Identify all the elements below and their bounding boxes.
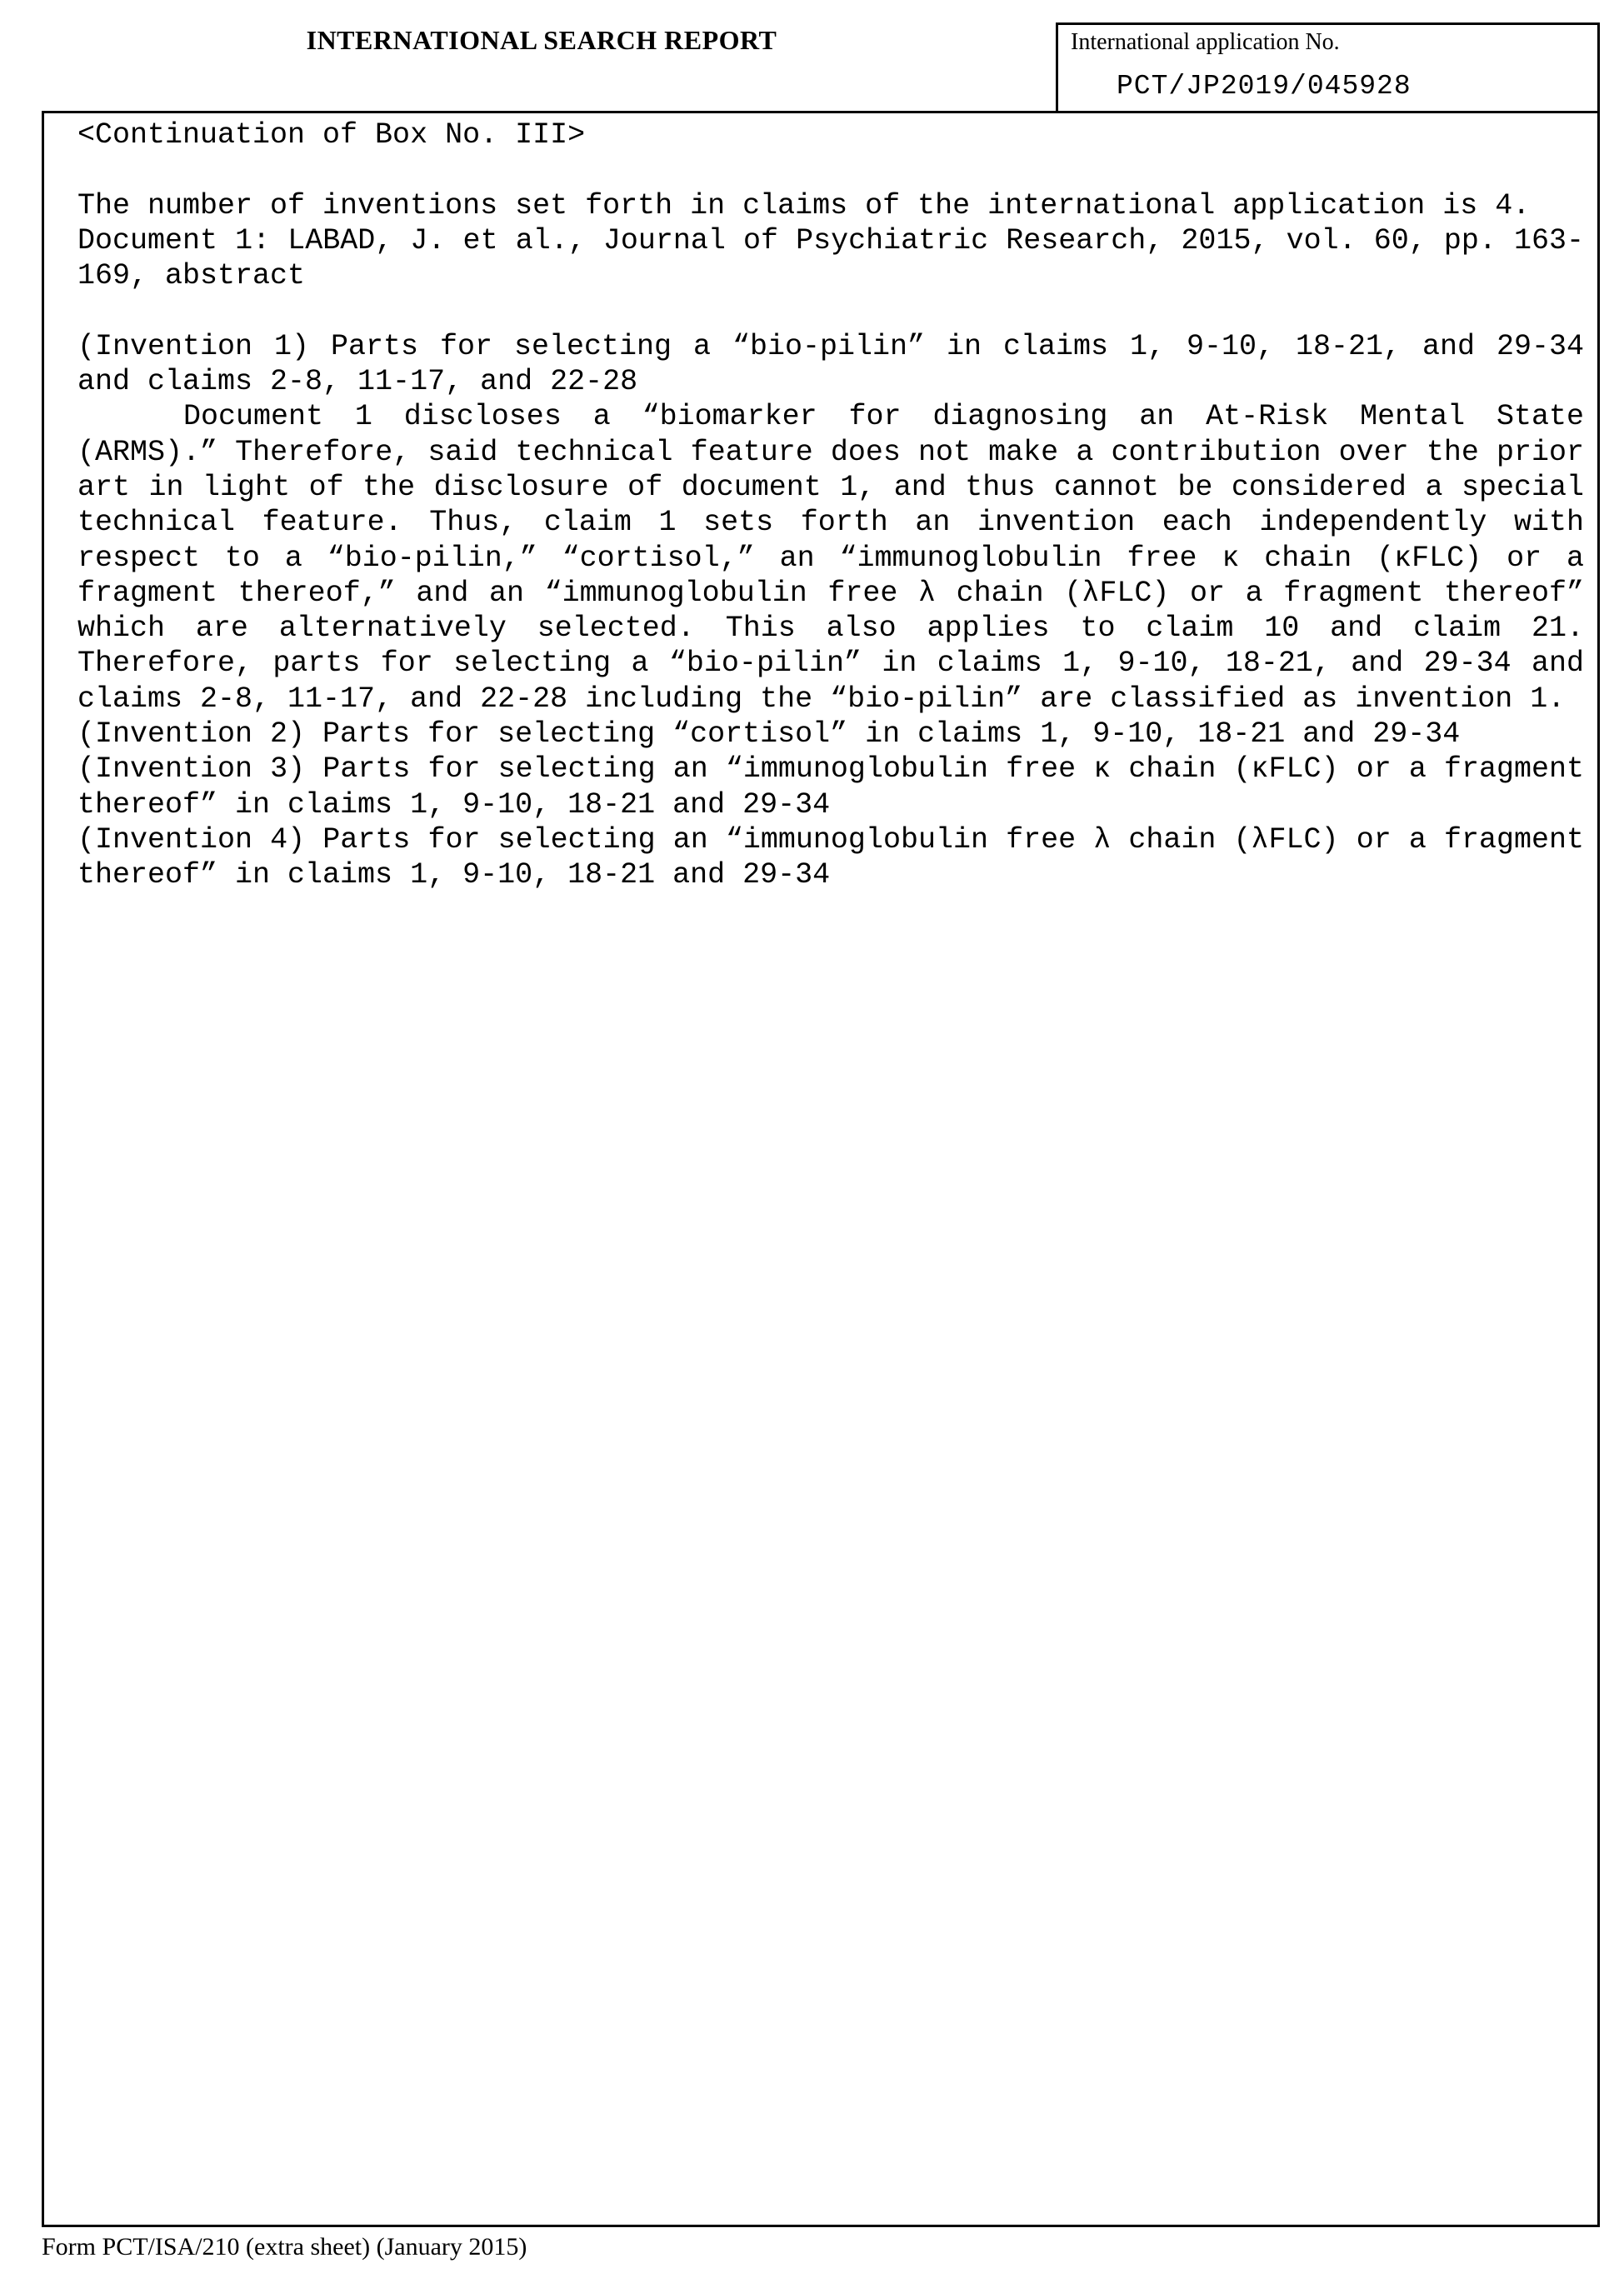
invention-2-heading: (Invention 2) Parts for selecting “corti… <box>77 717 1584 752</box>
spacer <box>77 293 1584 328</box>
application-number-label: International application No. <box>1071 29 1340 56</box>
invention-1-heading: (Invention 1) Parts for selecting a “bio… <box>77 329 1584 400</box>
invention-4-heading: (Invention 4) Parts for selecting an “im… <box>77 822 1584 893</box>
report-title: INTERNATIONAL SEARCH REPORT <box>100 25 983 56</box>
application-number: PCT/JP2019/045928 <box>1117 71 1412 102</box>
continuation-box: <Continuation of Box No. III> The number… <box>42 111 1600 2227</box>
spacer <box>77 152 1584 187</box>
inventions-count: The number of inventions set forth in cl… <box>77 188 1584 223</box>
form-footer: Form PCT/ISA/210 (extra sheet) (January … <box>42 2233 527 2261</box>
box-heading: <Continuation of Box No. III> <box>77 117 1584 152</box>
document-citation: Document 1: LABAD, J. et al., Journal of… <box>77 223 1584 294</box>
continuation-content: <Continuation of Box No. III> The number… <box>77 117 1584 893</box>
application-number-box: International application No. PCT/JP2019… <box>1056 22 1600 111</box>
invention-3-heading: (Invention 3) Parts for selecting an “im… <box>77 752 1584 822</box>
lack-of-unity-explanation: Document 1 discloses a “biomarker for di… <box>77 399 1584 717</box>
